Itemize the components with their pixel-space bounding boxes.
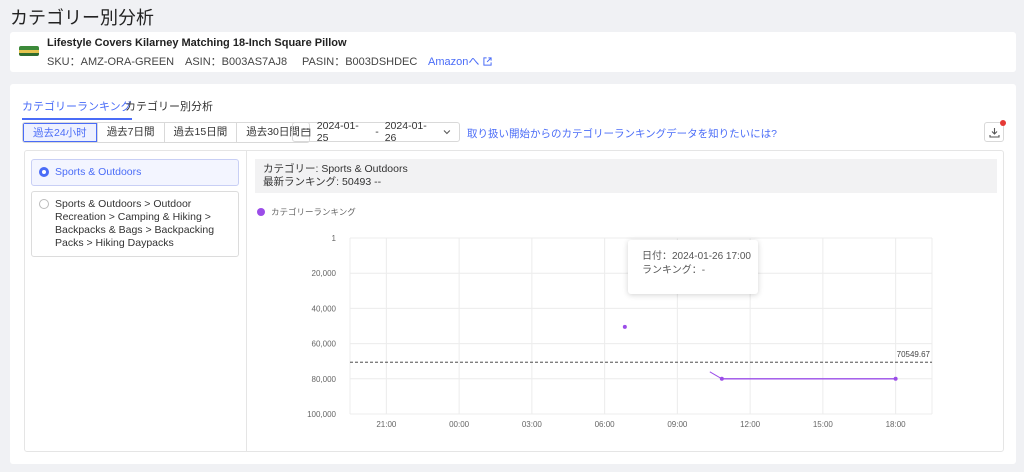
series-line — [709, 371, 723, 380]
category-item-sports-outdoors[interactable]: Sports & Outdoors — [31, 159, 239, 186]
product-name: Lifestyle Covers Kilarney Matching 18-In… — [47, 37, 347, 49]
period-15d-button[interactable]: 過去15日間 — [163, 123, 237, 142]
reference-line-label: 70549.67 — [897, 350, 931, 359]
period-7d-button[interactable]: 過去7日間 — [96, 123, 164, 142]
x-tick-label: 18:00 — [886, 420, 907, 429]
data-point — [719, 376, 724, 381]
notification-dot — [1000, 120, 1006, 126]
radio-selected-icon — [39, 167, 49, 177]
period-selector: 過去24小时 過去7日間 過去15日間 過去30日間 — [22, 122, 310, 143]
tab-category-ranking[interactable]: カテゴリーランキング — [22, 98, 132, 120]
chart-legend[interactable]: カテゴリーランキング — [257, 206, 356, 218]
download-button[interactable] — [984, 120, 1006, 142]
product-pasin: PASIN：B003DSHDEC — [302, 56, 418, 68]
x-tick-label: 06:00 — [595, 420, 616, 429]
main-card: カテゴリーランキング カテゴリー別分析 過去24小时 過去7日間 過去15日間 … — [10, 84, 1016, 464]
product-card: Lifestyle Covers Kilarney Matching 18-In… — [10, 32, 1016, 72]
x-tick-label: 00:00 — [449, 420, 470, 429]
info-category: カテゴリー: Sports & Outdoors — [263, 163, 408, 175]
x-tick-label: 21:00 — [376, 420, 397, 429]
ranking-chart: 1 20,000 40,000 60,000 80,000 100,000 21:00 00:… — [307, 234, 933, 429]
date-separator: - — [375, 126, 379, 138]
product-asin: ASIN：B003AS7AJ8 — [185, 56, 288, 68]
x-tick-label: 15:00 — [813, 420, 834, 429]
y-tick-label: 60,000 — [312, 340, 337, 349]
category-list: Sports & Outdoors Sports & Outdoors > Ou… — [25, 151, 247, 451]
y-tick-label: 20,000 — [312, 269, 337, 278]
data-point — [893, 376, 898, 381]
amazon-link[interactable]: Amazonへ — [428, 53, 492, 69]
x-tick-label: 12:00 — [740, 420, 761, 429]
chevron-down-icon — [443, 130, 451, 135]
download-icon — [988, 127, 1000, 138]
x-tick-label: 03:00 — [522, 420, 543, 429]
category-item-hiking-daypacks[interactable]: Sports & Outdoors > Outdoor Recreation >… — [31, 191, 239, 257]
tooltip-rank: ランキング：- — [642, 265, 706, 276]
y-tick-label: 100,000 — [307, 410, 336, 419]
data-point — [622, 324, 627, 329]
date-range-picker[interactable]: 2024-01-25 - 2024-01-26 — [292, 120, 460, 144]
legend-dot-icon — [257, 208, 265, 216]
chart-tooltip: 日付：2024-01-26 17:00 ランキング：- — [628, 240, 758, 294]
y-tick-label: 1 — [332, 234, 337, 243]
radio-empty-icon — [39, 199, 49, 209]
date-end: 2024-01-26 — [384, 120, 427, 144]
external-link-icon — [483, 56, 492, 66]
calendar-icon — [301, 128, 311, 137]
product-sku: SKU：AMZ-ORA-GREEN — [47, 56, 175, 68]
date-start: 2024-01-25 — [316, 120, 359, 144]
ranking-info-box: カテゴリー: Sports & Outdoors 最新ランキング: 50493 … — [255, 159, 997, 193]
y-tick-label: 40,000 — [312, 304, 337, 313]
x-tick-label: 09:00 — [667, 420, 688, 429]
product-thumbnail — [19, 46, 39, 56]
legend-label: カテゴリーランキング — [271, 207, 356, 217]
ranking-panel: Sports & Outdoors Sports & Outdoors > Ou… — [24, 150, 1004, 452]
tooltip-date: 日付：2024-01-26 17:00 — [642, 251, 751, 262]
tab-category-analysis[interactable]: カテゴリー別分析 — [125, 98, 213, 118]
period-24h-button[interactable]: 過去24小时 — [23, 123, 97, 142]
category-label: Sports & Outdoors > Outdoor Recreation >… — [55, 198, 215, 249]
y-tick-label: 80,000 — [312, 375, 337, 384]
amazon-link-label: Amazonへ — [428, 56, 480, 68]
ranking-history-link[interactable]: 取り扱い開始からのカテゴリーランキングデータを知りたいには? — [467, 126, 777, 141]
page-title: カテゴリー別分析 — [10, 8, 154, 28]
category-label: Sports & Outdoors — [55, 166, 142, 178]
info-latest-ranking: 最新ランキング: 50493 -- — [263, 176, 382, 188]
